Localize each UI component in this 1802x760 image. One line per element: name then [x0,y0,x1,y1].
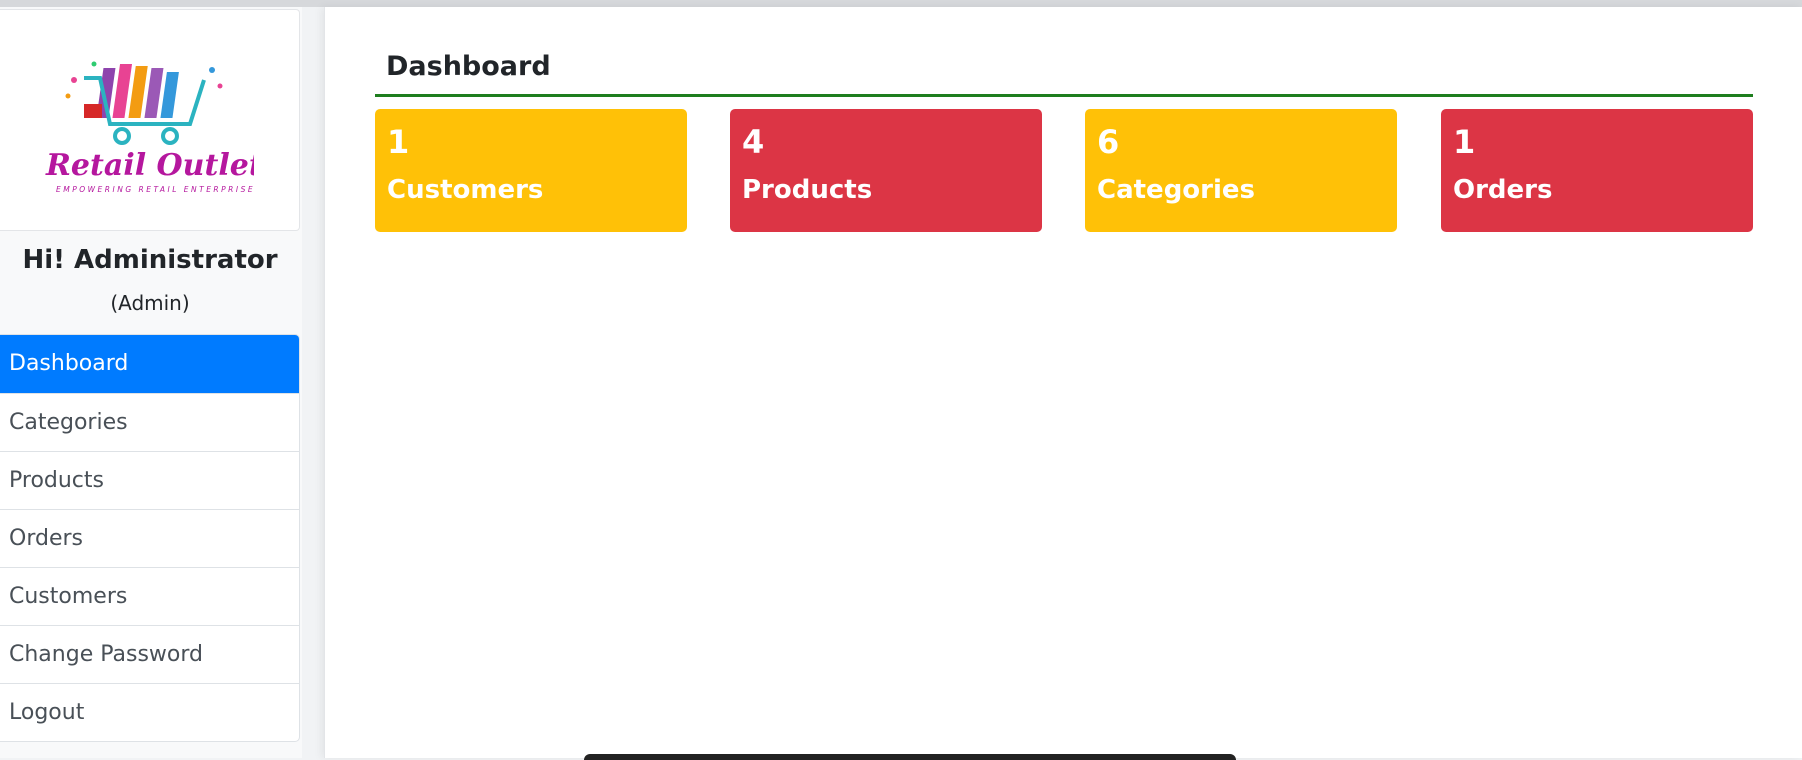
customers-stat-card[interactable]: 1 Customers [375,109,687,232]
categories-count: 6 [1097,123,1120,161]
retail-outlet-logo: Retail Outlet EMPOWERING RETAIL ENTERPRI… [45,61,254,194]
orders-stat-card[interactable]: 1 Orders [1441,109,1753,232]
browser-top-strip [0,0,1802,7]
sidebar-item-orders[interactable]: Orders [0,509,299,567]
user-role: (Admin) [110,291,190,315]
orders-count: 1 [1453,123,1476,161]
greeting: Hi! Administrator [22,245,278,275]
orders-label: Orders [1453,175,1553,205]
products-label: Products [742,175,873,205]
sidebar-item-logout[interactable]: Logout [0,683,299,741]
svg-text:Retail Outlet: Retail Outlet [45,148,254,183]
sidebar-nav: Dashboard Categories Products Orders Cus… [0,334,300,742]
svg-text:EMPOWERING RETAIL ENTERPRISE: EMPOWERING RETAIL ENTERPRISE [56,185,254,194]
sidebar-item-dashboard[interactable]: Dashboard [0,335,299,393]
logo-card: Retail Outlet EMPOWERING RETAIL ENTERPRI… [0,9,300,231]
page-title: Dashboard [386,51,551,82]
customers-count: 1 [387,123,410,161]
categories-label: Categories [1097,175,1256,205]
bottom-overlay-bar [584,754,1236,760]
main-content: Dashboard 1 Customers 4 Products 6 Categ… [324,7,1802,758]
sidebar-item-categories[interactable]: Categories [0,393,299,451]
products-count: 4 [742,123,765,161]
products-stat-card[interactable]: 4 Products [730,109,1042,232]
sidebar-item-change-password[interactable]: Change Password [0,625,299,683]
sidebar-item-customers[interactable]: Customers [0,567,299,625]
title-divider [375,94,1753,97]
sidebar: Retail Outlet EMPOWERING RETAIL ENTERPRI… [0,7,302,758]
categories-stat-card[interactable]: 6 Categories [1085,109,1397,232]
sidebar-item-products[interactable]: Products [0,451,299,509]
customers-label: Customers [387,175,544,205]
shopping-cart-icon [65,61,223,145]
